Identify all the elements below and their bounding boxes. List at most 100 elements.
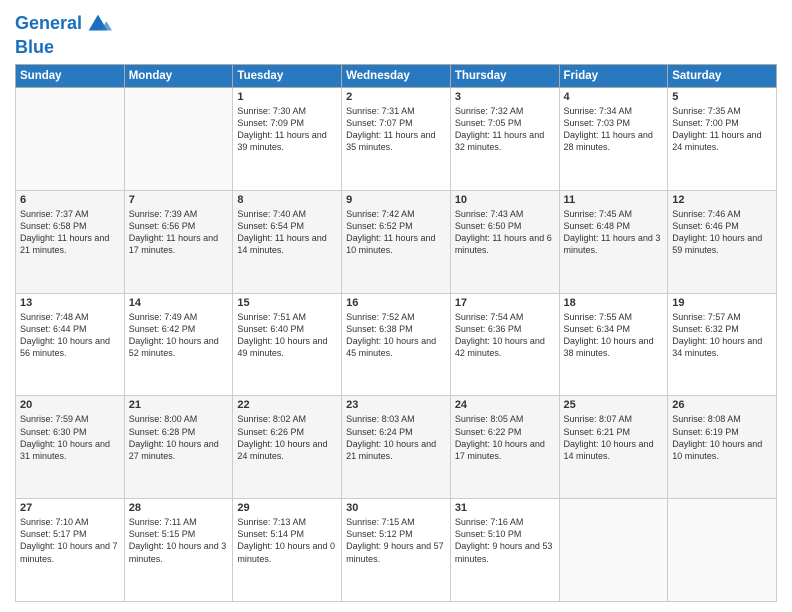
day-info: Sunrise: 7:34 AM Sunset: 7:03 PM Dayligh… (564, 105, 664, 154)
logo-blue: Blue (15, 38, 112, 56)
weekday-tuesday: Tuesday (233, 65, 342, 88)
calendar-cell: 23 Sunrise: 8:03 AM Sunset: 6:24 PM Dayli… (342, 396, 451, 499)
day-number: 1 (237, 91, 337, 103)
calendar-cell: 16 Sunrise: 7:52 AM Sunset: 6:38 PM Dayli… (342, 293, 451, 396)
calendar-cell: 11 Sunrise: 7:45 AM Sunset: 6:48 PM Dayli… (559, 190, 668, 293)
calendar-cell: 5 Sunrise: 7:35 AM Sunset: 7:00 PM Daylig… (668, 88, 777, 191)
calendar-cell: 24 Sunrise: 8:05 AM Sunset: 6:22 PM Dayli… (450, 396, 559, 499)
calendar-cell: 1 Sunrise: 7:30 AM Sunset: 7:09 PM Daylig… (233, 88, 342, 191)
day-number: 10 (455, 194, 555, 206)
day-number: 23 (346, 399, 446, 411)
day-info: Sunrise: 7:13 AM Sunset: 5:14 PM Dayligh… (237, 516, 337, 565)
calendar-cell: 15Sunrise: 7:51 AM Sunset: 6:40 PM Dayli… (233, 293, 342, 396)
day-info: Sunrise: 7:54 AM Sunset: 6:36 PM Dayligh… (455, 311, 555, 360)
calendar-cell: 27 Sunrise: 7:10 AM Sunset: 5:17 PM Dayli… (16, 499, 125, 602)
day-number: 3 (455, 91, 555, 103)
day-number: 14 (129, 297, 229, 309)
day-info: Sunrise: 7:45 AM Sunset: 6:48 PM Dayligh… (564, 208, 664, 257)
day-info: Sunrise: 8:07 AM Sunset: 6:21 PM Dayligh… (564, 413, 664, 462)
day-info: Sunrise: 7:10 AM Sunset: 5:17 PM Dayligh… (20, 516, 120, 565)
day-info: Sunrise: 7:57 AM Sunset: 6:32 PM Dayligh… (672, 311, 772, 360)
day-number: 7 (129, 194, 229, 206)
day-info: Sunrise: 7:59 AM Sunset: 6:30 PM Dayligh… (20, 413, 120, 462)
day-number: 18 (564, 297, 664, 309)
day-info: Sunrise: 7:31 AM Sunset: 7:07 PM Dayligh… (346, 105, 446, 154)
calendar-cell: 6 Sunrise: 7:37 AM Sunset: 6:58 PM Daylig… (16, 190, 125, 293)
calendar-cell (668, 499, 777, 602)
day-info: Sunrise: 7:15 AM Sunset: 5:12 PM Dayligh… (346, 516, 446, 565)
day-info: Sunrise: 7:39 AM Sunset: 6:56 PM Dayligh… (129, 208, 229, 257)
calendar-cell: 14 Sunrise: 7:49 AM Sunset: 6:42 PM Dayli… (124, 293, 233, 396)
logo-text: General (15, 14, 82, 34)
day-number: 6 (20, 194, 120, 206)
calendar-cell: 31 Sunrise: 7:16 AM Sunset: 5:10 PM Dayli… (450, 499, 559, 602)
week-row-5: 27 Sunrise: 7:10 AM Sunset: 5:17 PM Dayli… (16, 499, 777, 602)
day-number: 29 (237, 502, 337, 514)
calendar-cell (559, 499, 668, 602)
day-info: Sunrise: 7:37 AM Sunset: 6:58 PM Dayligh… (20, 208, 120, 257)
day-info: Sunrise: 7:52 AM Sunset: 6:38 PM Dayligh… (346, 311, 446, 360)
day-info: Sunrise: 7:16 AM Sunset: 5:10 PM Dayligh… (455, 516, 555, 565)
calendar-cell: 26 Sunrise: 8:08 AM Sunset: 6:19 PM Dayli… (668, 396, 777, 499)
day-number: 17 (455, 297, 555, 309)
calendar-cell: 3 Sunrise: 7:32 AM Sunset: 7:05 PM Daylig… (450, 88, 559, 191)
calendar-cell: 4 Sunrise: 7:34 AM Sunset: 7:03 PM Daylig… (559, 88, 668, 191)
day-number: 20 (20, 399, 120, 411)
day-number: 12 (672, 194, 772, 206)
day-info: Sunrise: 7:55 AM Sunset: 6:34 PM Dayligh… (564, 311, 664, 360)
day-info: Sunrise: 7:35 AM Sunset: 7:00 PM Dayligh… (672, 105, 772, 154)
day-info: Sunrise: 7:49 AM Sunset: 6:42 PM Dayligh… (129, 311, 229, 360)
day-number: 9 (346, 194, 446, 206)
day-number: 27 (20, 502, 120, 514)
day-info: Sunrise: 7:43 AM Sunset: 6:50 PM Dayligh… (455, 208, 555, 257)
day-number: 28 (129, 502, 229, 514)
day-info: Sunrise: 7:40 AM Sunset: 6:54 PM Dayligh… (237, 208, 337, 257)
day-info: Sunrise: 8:08 AM Sunset: 6:19 PM Dayligh… (672, 413, 772, 462)
calendar-cell: 8Sunrise: 7:40 AM Sunset: 6:54 PM Daylig… (233, 190, 342, 293)
week-row-4: 20 Sunrise: 7:59 AM Sunset: 6:30 PM Dayli… (16, 396, 777, 499)
day-number: 11 (564, 194, 664, 206)
day-number: 19 (672, 297, 772, 309)
calendar-cell: 19 Sunrise: 7:57 AM Sunset: 6:32 PM Dayli… (668, 293, 777, 396)
calendar-cell: 30 Sunrise: 7:15 AM Sunset: 5:12 PM Dayli… (342, 499, 451, 602)
calendar-cell: 7 Sunrise: 7:39 AM Sunset: 6:56 PM Daylig… (124, 190, 233, 293)
header: General Blue (15, 10, 777, 56)
weekday-saturday: Saturday (668, 65, 777, 88)
page: General Blue SundayMondayTuesdayWednesda… (0, 0, 792, 612)
calendar-cell: 21 Sunrise: 8:00 AM Sunset: 6:28 PM Dayli… (124, 396, 233, 499)
day-number: 4 (564, 91, 664, 103)
day-number: 21 (129, 399, 229, 411)
day-number: 26 (672, 399, 772, 411)
day-number: 16 (346, 297, 446, 309)
day-info: Sunrise: 8:00 AM Sunset: 6:28 PM Dayligh… (129, 413, 229, 462)
day-number: 5 (672, 91, 772, 103)
weekday-friday: Friday (559, 65, 668, 88)
calendar-cell: 13Sunrise: 7:48 AM Sunset: 6:44 PM Dayli… (16, 293, 125, 396)
day-info: Sunrise: 8:05 AM Sunset: 6:22 PM Dayligh… (455, 413, 555, 462)
calendar-cell: 20 Sunrise: 7:59 AM Sunset: 6:30 PM Dayli… (16, 396, 125, 499)
day-number: 30 (346, 502, 446, 514)
calendar-cell: 25Sunrise: 8:07 AM Sunset: 6:21 PM Dayli… (559, 396, 668, 499)
calendar-cell: 10 Sunrise: 7:43 AM Sunset: 6:50 PM Dayli… (450, 190, 559, 293)
day-number: 2 (346, 91, 446, 103)
calendar-cell: 12 Sunrise: 7:46 AM Sunset: 6:46 PM Dayli… (668, 190, 777, 293)
calendar-cell: 9 Sunrise: 7:42 AM Sunset: 6:52 PM Daylig… (342, 190, 451, 293)
calendar-cell: 18 Sunrise: 7:55 AM Sunset: 6:34 PM Dayli… (559, 293, 668, 396)
day-number: 24 (455, 399, 555, 411)
day-info: Sunrise: 7:42 AM Sunset: 6:52 PM Dayligh… (346, 208, 446, 257)
calendar-cell: 29 Sunrise: 7:13 AM Sunset: 5:14 PM Dayli… (233, 499, 342, 602)
day-info: Sunrise: 7:46 AM Sunset: 6:46 PM Dayligh… (672, 208, 772, 257)
day-info: Sunrise: 8:03 AM Sunset: 6:24 PM Dayligh… (346, 413, 446, 462)
weekday-sunday: Sunday (16, 65, 125, 88)
calendar-cell (124, 88, 233, 191)
day-info: Sunrise: 7:48 AM Sunset: 6:44 PM Dayligh… (20, 311, 120, 360)
weekday-monday: Monday (124, 65, 233, 88)
calendar-cell: 2 Sunrise: 7:31 AM Sunset: 7:07 PM Daylig… (342, 88, 451, 191)
day-info: Sunrise: 7:32 AM Sunset: 7:05 PM Dayligh… (455, 105, 555, 154)
calendar-cell: 28 Sunrise: 7:11 AM Sunset: 5:15 PM Dayli… (124, 499, 233, 602)
day-info: Sunrise: 7:51 AM Sunset: 6:40 PM Dayligh… (237, 311, 337, 360)
day-number: 31 (455, 502, 555, 514)
day-info: Sunrise: 7:30 AM Sunset: 7:09 PM Dayligh… (237, 105, 337, 154)
week-row-1: 1 Sunrise: 7:30 AM Sunset: 7:09 PM Daylig… (16, 88, 777, 191)
day-info: Sunrise: 7:11 AM Sunset: 5:15 PM Dayligh… (129, 516, 229, 565)
